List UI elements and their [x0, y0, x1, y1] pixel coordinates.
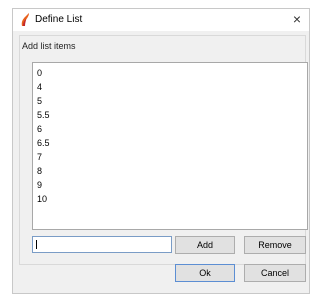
close-button[interactable]: × [285, 9, 309, 31]
list-item[interactable]: 5.5 [37, 110, 50, 121]
list-item[interactable]: 6 [37, 124, 42, 135]
list-item[interactable]: 5 [37, 96, 42, 107]
title-bar: Define List × [13, 9, 309, 31]
remove-button[interactable]: Remove [244, 236, 306, 254]
cancel-button[interactable]: Cancel [244, 264, 306, 282]
list-item[interactable]: 9 [37, 180, 42, 191]
list-box[interactable]: 0 4 5 5.5 6 6.5 7 8 9 10 [32, 62, 308, 230]
ok-button[interactable]: Ok [175, 264, 235, 282]
dialog-title: Define List [35, 14, 83, 25]
list-item-input[interactable] [32, 236, 172, 253]
add-button[interactable]: Add [175, 236, 235, 254]
list-item[interactable]: 0 [37, 68, 42, 79]
text-caret [36, 240, 37, 249]
list-item[interactable]: 10 [37, 194, 47, 205]
group-label: Add list items [22, 41, 76, 51]
list-item[interactable]: 7 [37, 152, 42, 163]
list-item[interactable]: 8 [37, 166, 42, 177]
list-item[interactable]: 4 [37, 82, 42, 93]
list-item[interactable]: 6.5 [37, 138, 50, 149]
flame-icon [21, 13, 29, 26]
